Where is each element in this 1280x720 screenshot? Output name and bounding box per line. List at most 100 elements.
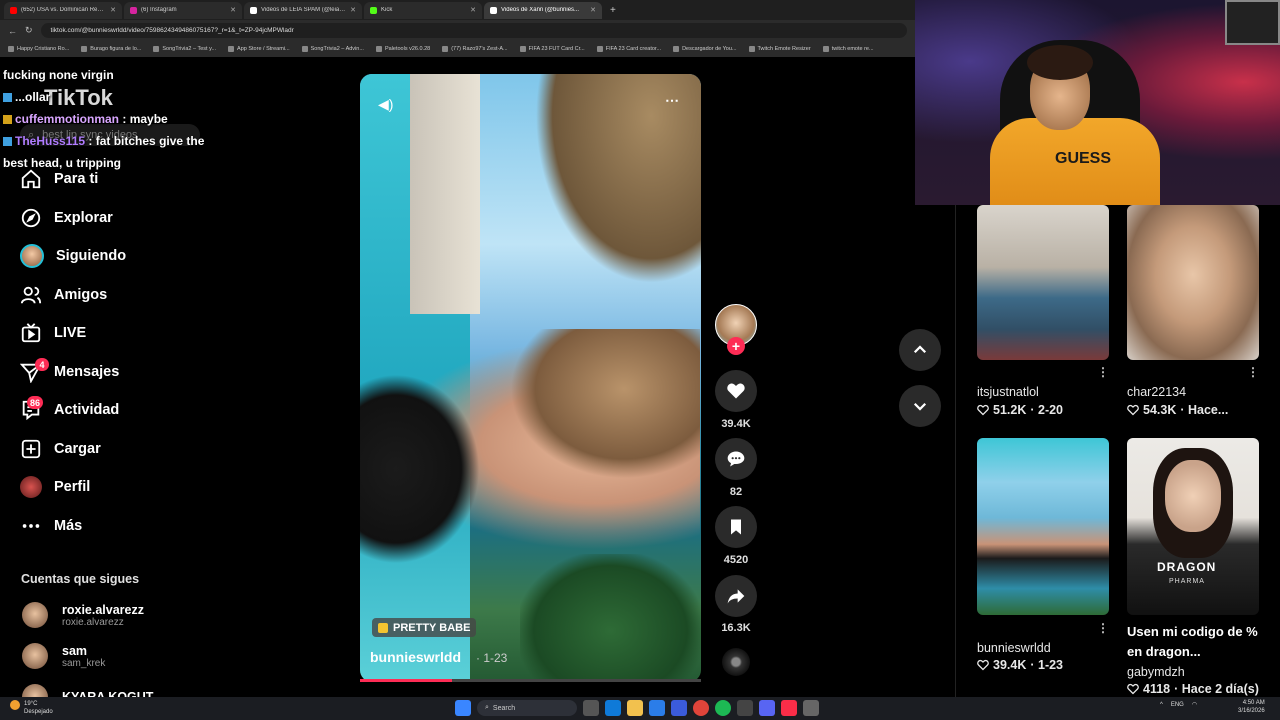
comment-button[interactable]: [715, 438, 757, 480]
bookmark-favicon: [596, 46, 603, 52]
bookmark-item[interactable]: Happy Cristiano Ro...: [8, 46, 69, 52]
grid-username[interactable]: gabymdzh: [1127, 665, 1185, 679]
thumbnail-text: DRAGON: [1157, 560, 1217, 574]
account-name: sam: [62, 643, 88, 658]
grid-username[interactable]: bunnieswrldd: [977, 641, 1051, 655]
following-title: Cuentas que sigues: [21, 572, 140, 586]
browser-tab[interactable]: (652) USA vs. Dominican Repu... ✕: [4, 1, 122, 19]
nav-item-perfil[interactable]: Perfil: [20, 472, 90, 502]
back-icon[interactable]: ←: [8, 26, 17, 36]
grid-video-title[interactable]: Usen mi codigo de % en dragon...: [1127, 622, 1267, 662]
avatar: [20, 244, 44, 268]
video-thumbnail[interactable]: [1127, 205, 1259, 360]
grid-username[interactable]: itsjustnatlol: [977, 385, 1039, 399]
bookmark-item[interactable]: (77) Razo97's Zest-A...: [442, 46, 508, 52]
close-icon[interactable]: ✕: [350, 6, 356, 14]
next-video-button[interactable]: [899, 385, 941, 427]
video-author[interactable]: bunnieswrldd: [370, 649, 461, 665]
bookmark-item[interactable]: Paletools v26.0.28: [375, 46, 430, 52]
bookmark-item[interactable]: FIFA 23 FUT Card Cr...: [519, 46, 585, 52]
clock[interactable]: 4:50 AM 3/16/2026: [1238, 699, 1265, 715]
bookmark-item[interactable]: App Store / Streami...: [228, 46, 290, 52]
spotify-icon[interactable]: [715, 700, 731, 716]
file-explorer-icon[interactable]: [627, 700, 643, 716]
like-button[interactable]: [715, 370, 757, 412]
bookmark-item[interactable]: FIFA 23 Card creator...: [596, 46, 661, 52]
system-tray: ^ ENG ◠: [1160, 701, 1197, 709]
bookmark-item[interactable]: Descargador de You...: [673, 46, 737, 52]
bookmark-item[interactable]: SongTrivia2 – Test y...: [153, 46, 216, 52]
browser-tab[interactable]: Kick ✕: [364, 1, 482, 19]
mail-icon[interactable]: [671, 700, 687, 716]
bookmark-favicon: [8, 46, 14, 52]
follow-plus-button[interactable]: +: [727, 337, 745, 355]
bookmark-icon: [731, 519, 741, 535]
reload-icon[interactable]: ↻: [25, 25, 33, 36]
previous-video-button[interactable]: [899, 329, 941, 371]
more-options-icon[interactable]: ⋮: [1097, 621, 1109, 635]
more-options-icon[interactable]: ⋮: [1247, 365, 1259, 379]
address-bar[interactable]: tiktok.com/@bunnieswrldd/video/759862434…: [40, 23, 907, 38]
edge-icon[interactable]: [605, 700, 621, 716]
video-player[interactable]: [360, 74, 701, 682]
bookmark-item[interactable]: Twitch Emote Resizer: [748, 46, 811, 52]
obs-icon[interactable]: [737, 700, 753, 716]
music-disc-icon[interactable]: [722, 648, 750, 676]
tab-label: Videos de LEIA SPAM (@leiana...: [261, 7, 347, 13]
video-thumbnail[interactable]: [977, 205, 1109, 360]
tab-label: (652) USA vs. Dominican Repu...: [21, 7, 107, 13]
followed-account[interactable]: roxie.alvarezz roxie.alvarezz: [22, 602, 144, 628]
more-options-icon[interactable]: ⋮: [1097, 365, 1109, 379]
close-icon[interactable]: ✕: [470, 6, 476, 14]
tab-label: (6) Instagram: [141, 7, 177, 13]
bookmark-item[interactable]: Burago figura de lo...: [81, 46, 141, 52]
close-icon[interactable]: ✕: [230, 6, 236, 14]
nav-item-explorar[interactable]: Explorar: [20, 203, 113, 233]
grid-username[interactable]: char22134: [1127, 385, 1186, 399]
wifi-icon[interactable]: ◠: [1192, 701, 1197, 708]
avatar: [22, 602, 48, 628]
browser-toolbar: ← ↻ tiktok.com/@bunnieswrldd/video/75986…: [0, 20, 915, 41]
start-icon[interactable]: [455, 700, 471, 716]
nav-item-mas[interactable]: Más: [20, 511, 82, 541]
search-icon: ⌕: [485, 704, 489, 711]
nav-item-amigos[interactable]: Amigos: [20, 280, 107, 310]
followed-account[interactable]: sam sam_krek: [22, 643, 105, 669]
app-icon[interactable]: [803, 700, 819, 716]
upload-icon: [21, 439, 41, 459]
close-icon[interactable]: ✕: [590, 6, 596, 14]
language-indicator[interactable]: ENG: [1171, 702, 1184, 708]
mute-icon[interactable]: ◀): [378, 96, 393, 113]
chrome-icon[interactable]: [693, 700, 709, 716]
heart-outline-icon: [977, 659, 989, 671]
bookmark-item[interactable]: twitch emote re...: [822, 46, 874, 52]
chevron-up-icon[interactable]: ^: [1160, 702, 1163, 708]
music-icon[interactable]: [781, 700, 797, 716]
browser-tab[interactable]: Videos de LEIA SPAM (@leiana... ✕: [244, 1, 362, 19]
task-view-icon[interactable]: [583, 700, 599, 716]
new-tab-button[interactable]: +: [604, 5, 622, 16]
browser-tab[interactable]: (6) Instagram ✕: [124, 1, 242, 19]
browser-tab[interactable]: Videos de Xann (@bunnies... ✕: [484, 1, 602, 19]
store-icon[interactable]: [649, 700, 665, 716]
nav-item-siguiendo[interactable]: Siguiendo: [20, 241, 126, 271]
more-options-icon[interactable]: ⋯: [665, 92, 680, 109]
nav-item-cargar[interactable]: Cargar: [20, 434, 101, 464]
heart-outline-icon: [1127, 683, 1139, 695]
share-button[interactable]: [715, 575, 757, 617]
video-progress-bar[interactable]: [360, 679, 701, 682]
bookmark-item[interactable]: SongTrivia2 – Advin...: [301, 46, 364, 52]
video-thumbnail[interactable]: [977, 438, 1109, 615]
taskbar-search[interactable]: ⌕ Search: [477, 700, 577, 716]
video-tag[interactable]: PRETTY BABE: [372, 618, 477, 637]
nav-item-live[interactable]: LIVE: [20, 318, 86, 348]
close-icon[interactable]: ✕: [110, 6, 116, 14]
nav-label: Amigos: [54, 287, 108, 303]
video-thumbnail[interactable]: DRAGON PHARMA: [1127, 438, 1259, 615]
account-handle: roxie.alvarezz: [62, 616, 124, 628]
weather-widget[interactable]: 19°C Despejado: [10, 700, 53, 716]
discord-icon[interactable]: [759, 700, 775, 716]
save-button[interactable]: [715, 506, 757, 548]
avatar: [22, 643, 48, 669]
tab-favicon: [250, 6, 257, 14]
